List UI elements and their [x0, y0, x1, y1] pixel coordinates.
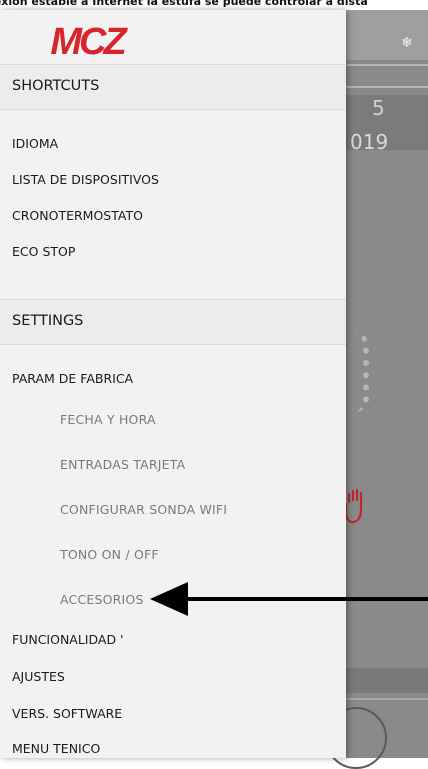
dial-ticks — [355, 332, 369, 412]
menu-item-param-fabrica[interactable]: PARAM DE FABRICA — [12, 371, 133, 386]
menu-item-menu-tecnico[interactable]: MENU TENICO — [12, 741, 100, 756]
snowflake-icon[interactable]: ❄ — [401, 35, 413, 51]
banner-text: nexión estable a Internet la estufa se p… — [0, 0, 368, 8]
hand-icon[interactable] — [343, 488, 371, 526]
section-settings: SETTINGS — [0, 299, 346, 345]
menu-item-lista-dispositivos[interactable]: LISTA DE DISPOSITIVOS — [12, 172, 159, 187]
section-title: SETTINGS — [12, 313, 84, 329]
menu-item-idioma[interactable]: IDIOMA — [12, 136, 58, 151]
menu-item-cronotermostato[interactable]: CRONOTERMOSTATO — [12, 208, 143, 223]
menu-item-vers-software[interactable]: VERS. SOFTWARE — [12, 706, 122, 721]
menu-item-ajustes[interactable]: AJUSTES — [12, 669, 65, 684]
submenu-item-sonda-wifi[interactable]: CONFIGURAR SONDA WIFI — [60, 502, 227, 517]
mcz-logo: MCZ — [50, 23, 131, 59]
partial-text: 5 — [372, 96, 385, 120]
section-title: SHORTCUTS — [12, 78, 100, 94]
submenu-item-accesorios[interactable]: ACCESORIOS — [60, 592, 144, 607]
svg-text:MCZ: MCZ — [50, 23, 128, 59]
submenu-item-tono[interactable]: TONO ON / OFF — [60, 547, 159, 562]
submenu-item-fecha-hora[interactable]: FECHA Y HORA — [60, 412, 156, 427]
menu-item-funcionalidad[interactable]: FUNCIONALIDAD ' — [12, 632, 124, 647]
menu-item-eco-stop[interactable]: ECO STOP — [12, 244, 75, 259]
navigation-drawer: MCZ SHORTCUTS IDIOMA LISTA DE DISPOSITIV… — [0, 10, 346, 758]
submenu-item-entradas-tarjeta[interactable]: ENTRADAS TARJETA — [60, 457, 185, 472]
section-shortcuts: SHORTCUTS — [0, 64, 346, 110]
partial-date: 019 — [350, 130, 389, 154]
arrow-left-icon — [150, 582, 428, 616]
top-banner: nexión estable a Internet la estufa se p… — [0, 0, 428, 11]
